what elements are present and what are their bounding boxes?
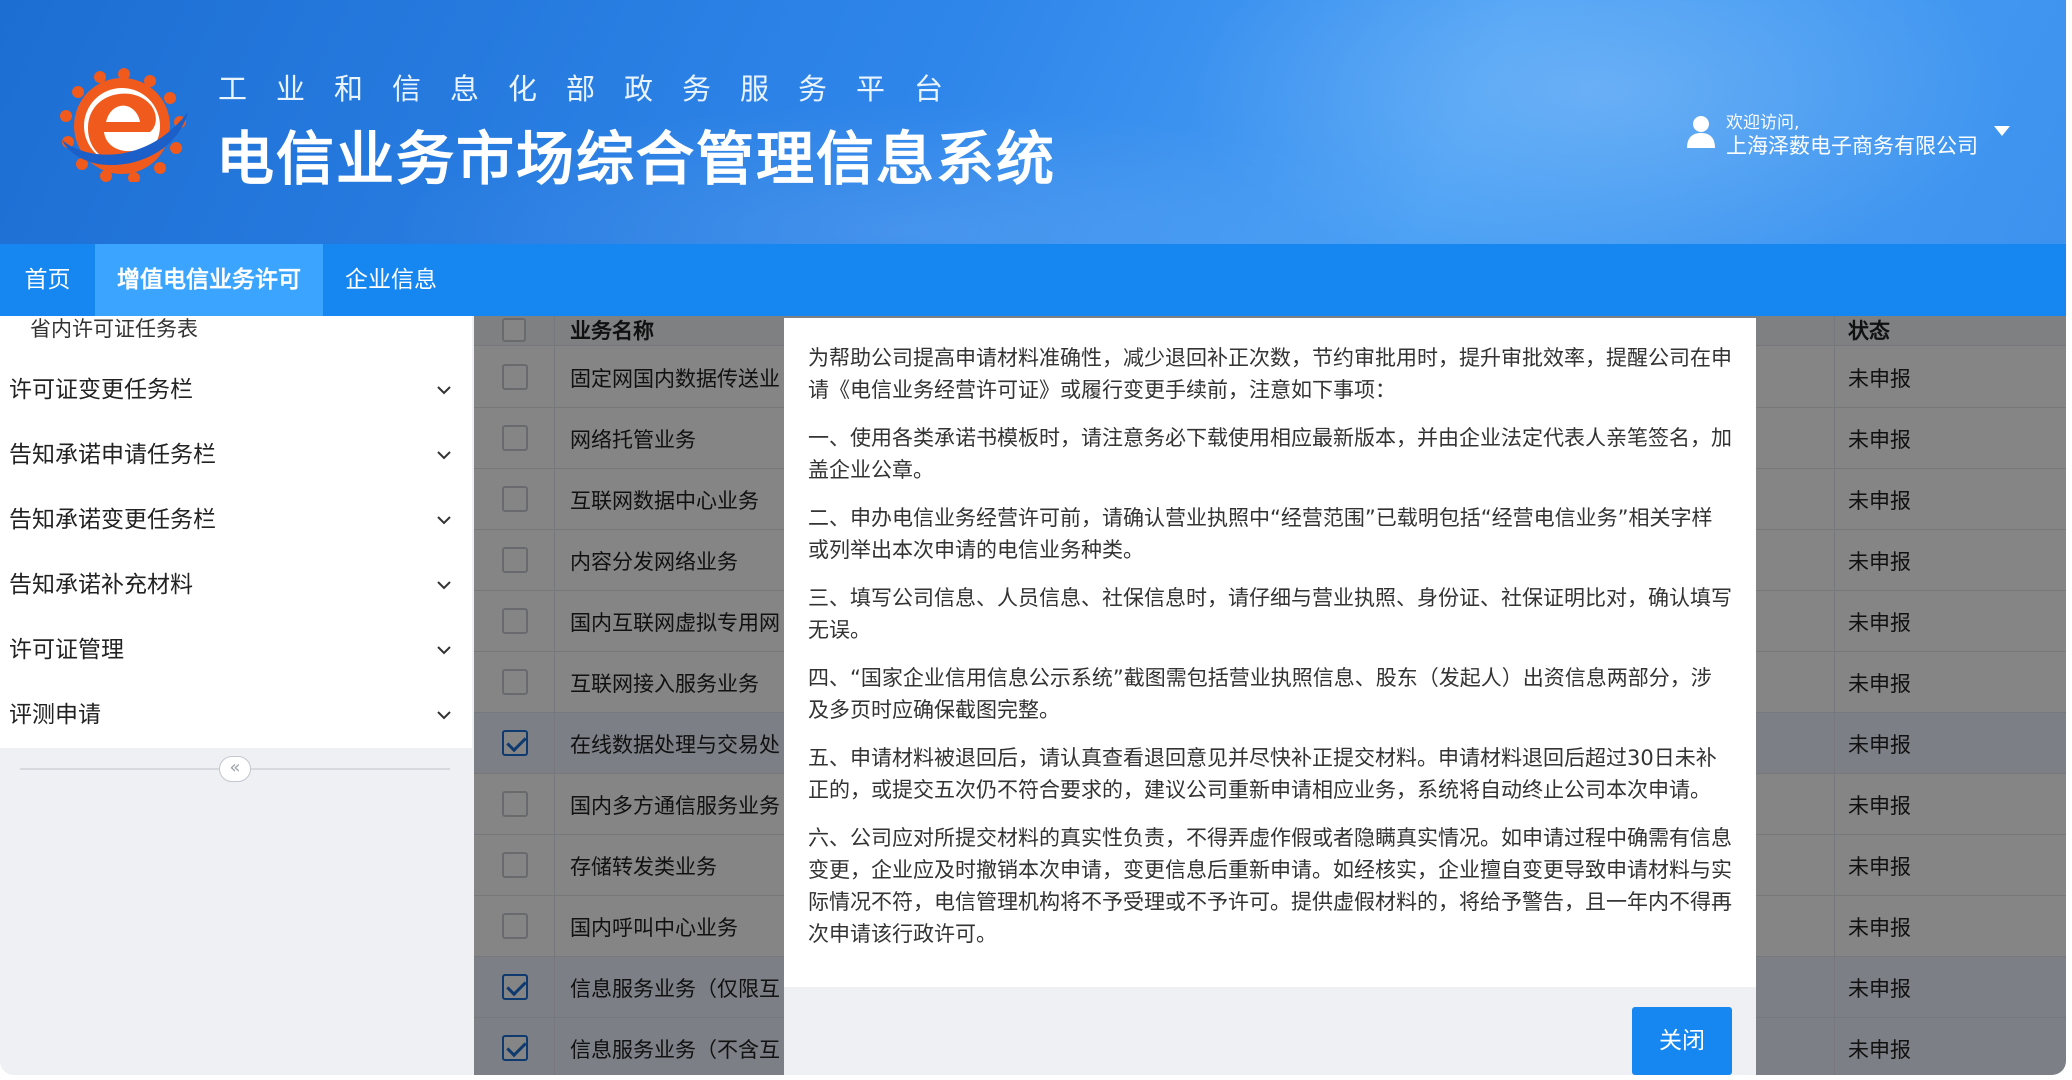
notice-item-4: 四、“国家企业信用信息公示系统”截图需包括营业执照信息、股东（发起人）出资信息两… bbox=[808, 666, 1712, 722]
notice-dialog: 为帮助公司提高申请材料准确性，减少退回补正次数，节约审批用时，提升审批效率，提醒… bbox=[784, 318, 1756, 1075]
chevron-down-icon bbox=[437, 581, 451, 590]
sidebar-item-label: 评测申请 bbox=[9, 702, 101, 728]
nav-item-company-info[interactable]: 企业信息 bbox=[323, 244, 459, 316]
company-name: 上海泽薮电子商务有限公司 bbox=[1726, 134, 1978, 158]
sidebar: 省内许可证任务表 许可证变更任务栏 告知承诺申请任务栏 告知承诺变更任务栏 告知… bbox=[0, 316, 472, 1075]
system-title: 电信业务市场综合管理信息系统 bbox=[216, 125, 1057, 193]
nav-item-vas-license[interactable]: 增值电信业务许可 bbox=[95, 244, 323, 316]
sidebar-item-label: 告知承诺申请任务栏 bbox=[9, 442, 216, 468]
double-chevron-left-icon[interactable]: « bbox=[219, 756, 251, 782]
chevron-down-icon bbox=[437, 646, 451, 655]
caret-down-icon[interactable] bbox=[1994, 126, 2010, 136]
chevron-down-icon bbox=[437, 386, 451, 395]
sidebar-menu: 省内许可证任务表 许可证变更任务栏 告知承诺申请任务栏 告知承诺变更任务栏 告知… bbox=[0, 316, 472, 748]
sidebar-item-notice-change[interactable]: 告知承诺变更任务栏 bbox=[0, 488, 472, 553]
sidebar-item-evaluation[interactable]: 评测申请 bbox=[0, 683, 472, 748]
sidebar-item-license-change[interactable]: 许可证变更任务栏 bbox=[0, 358, 472, 423]
sidebar-item-label: 告知承诺补充材料 bbox=[9, 572, 193, 598]
chevron-down-icon bbox=[437, 451, 451, 460]
notice-item-3: 三、填写公司信息、人员信息、社保信息时，请仔细与营业执照、身份证、社保证明比对，… bbox=[808, 586, 1732, 642]
notice-item-5: 五、申请材料被退回后，请认真查看退回意见并尽快补正提交材料。申请材料退回后超过3… bbox=[808, 746, 1717, 802]
nav-item-home[interactable]: 首页 bbox=[0, 244, 95, 316]
platform-subtitle: 工业和信息化部政务服务平台 bbox=[218, 72, 973, 106]
sidebar-item-label: 许可证变更任务栏 bbox=[9, 377, 193, 403]
app-window: 工业和信息化部政务服务平台 电信业务市场综合管理信息系统 欢迎访问, 上海泽薮电… bbox=[0, 0, 2066, 1075]
dialog-footer bbox=[784, 987, 1756, 1075]
telecom-e-logo-icon bbox=[60, 68, 188, 182]
sidebar-item-license-management[interactable]: 许可证管理 bbox=[0, 618, 472, 683]
chevron-down-icon bbox=[437, 711, 451, 720]
notice-body: 为帮助公司提高申请材料准确性，减少退回补正次数，节约审批用时，提升审批效率，提醒… bbox=[808, 342, 1732, 966]
notice-item-6: 六、公司应对所提交材料的真实性负责，不得弄虚作假或者隐瞒真实情况。如申请过程中确… bbox=[808, 826, 1732, 946]
sidebar-item-label: 告知承诺变更任务栏 bbox=[9, 507, 216, 533]
notice-intro: 为帮助公司提高申请材料准确性，减少退回补正次数，节约审批用时，提升审批效率，提醒… bbox=[808, 346, 1732, 402]
chevron-down-icon bbox=[437, 516, 451, 525]
notice-item-1: 一、使用各类承诺书模板时，请注意务必下载使用相应最新版本，并由企业法定代表人亲笔… bbox=[808, 426, 1732, 482]
sidebar-subitem-provincial-license[interactable]: 省内许可证任务表 bbox=[30, 316, 198, 342]
notice-item-2: 二、申办电信业务经营许可前，请确认营业执照中“经营范围”已载明包括“经营电信业务… bbox=[808, 506, 1713, 562]
user-icon bbox=[1687, 116, 1715, 148]
page-header: 工业和信息化部政务服务平台 电信业务市场综合管理信息系统 欢迎访问, 上海泽薮电… bbox=[0, 0, 2066, 244]
user-menu[interactable]: 欢迎访问, 上海泽薮电子商务有限公司 bbox=[1686, 104, 2016, 164]
sidebar-item-notice-apply[interactable]: 告知承诺申请任务栏 bbox=[0, 423, 472, 488]
sidebar-item-notice-supplement[interactable]: 告知承诺补充材料 bbox=[0, 553, 472, 618]
close-button[interactable]: 关闭 bbox=[1632, 1007, 1732, 1075]
main-nav: 首页 增值电信业务许可 企业信息 bbox=[0, 244, 2066, 316]
sidebar-item-label: 许可证管理 bbox=[9, 637, 124, 663]
